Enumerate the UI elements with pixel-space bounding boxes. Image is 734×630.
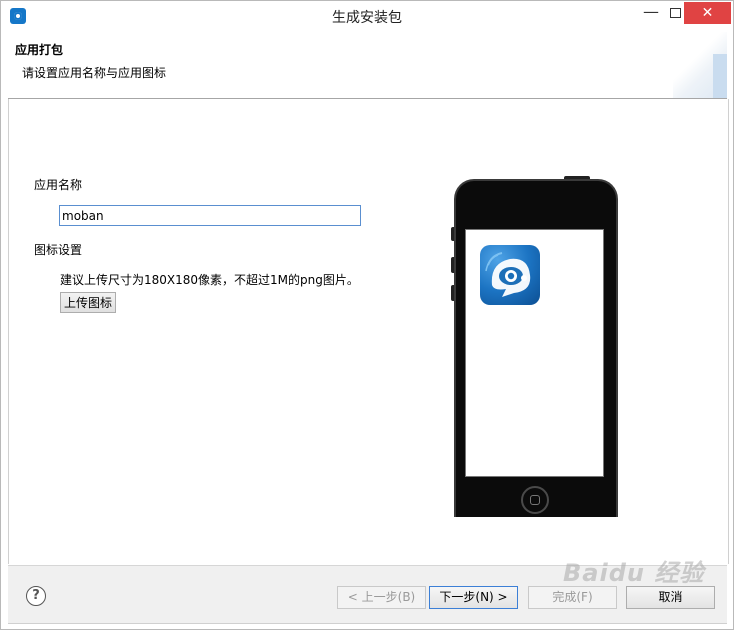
- cancel-button[interactable]: 取消: [626, 586, 715, 609]
- icon-settings-label: 图标设置: [34, 243, 83, 257]
- icon-hint-text: 建议上传尺寸为180X180像素，不超过1M的png图片。: [60, 273, 359, 287]
- app-name-label: 应用名称: [34, 178, 83, 192]
- finish-button[interactable]: 完成(F): [528, 586, 617, 609]
- wizard-content: [8, 99, 729, 564]
- dialog-window: 生成安装包 — ✕ 应用打包 请设置应用名称与应用图标 应用名称 图标设置 建议…: [0, 0, 734, 630]
- app-name-input[interactable]: [59, 205, 361, 226]
- window-title: 生成安装包: [332, 10, 402, 26]
- upload-icon-button[interactable]: 上传图标: [60, 292, 116, 313]
- title-bar: 生成安装包 — ✕: [1, 1, 733, 31]
- wizard-banner: 应用打包 请设置应用名称与应用图标: [8, 32, 727, 99]
- next-button[interactable]: 下一步(N) >: [429, 586, 518, 609]
- back-button[interactable]: < 上一步(B): [337, 586, 426, 609]
- maximize-icon: [669, 8, 681, 18]
- app-logo-icon: [480, 245, 540, 305]
- page-description: 请设置应用名称与应用图标: [22, 66, 167, 80]
- page-title: 应用打包: [15, 43, 64, 57]
- close-button[interactable]: ✕: [684, 2, 731, 24]
- phone-home-button: [521, 486, 549, 514]
- banner-decoration: [673, 32, 727, 98]
- minimize-button[interactable]: —: [636, 1, 666, 25]
- maximize-button[interactable]: [666, 1, 684, 25]
- help-icon[interactable]: ?: [26, 586, 46, 606]
